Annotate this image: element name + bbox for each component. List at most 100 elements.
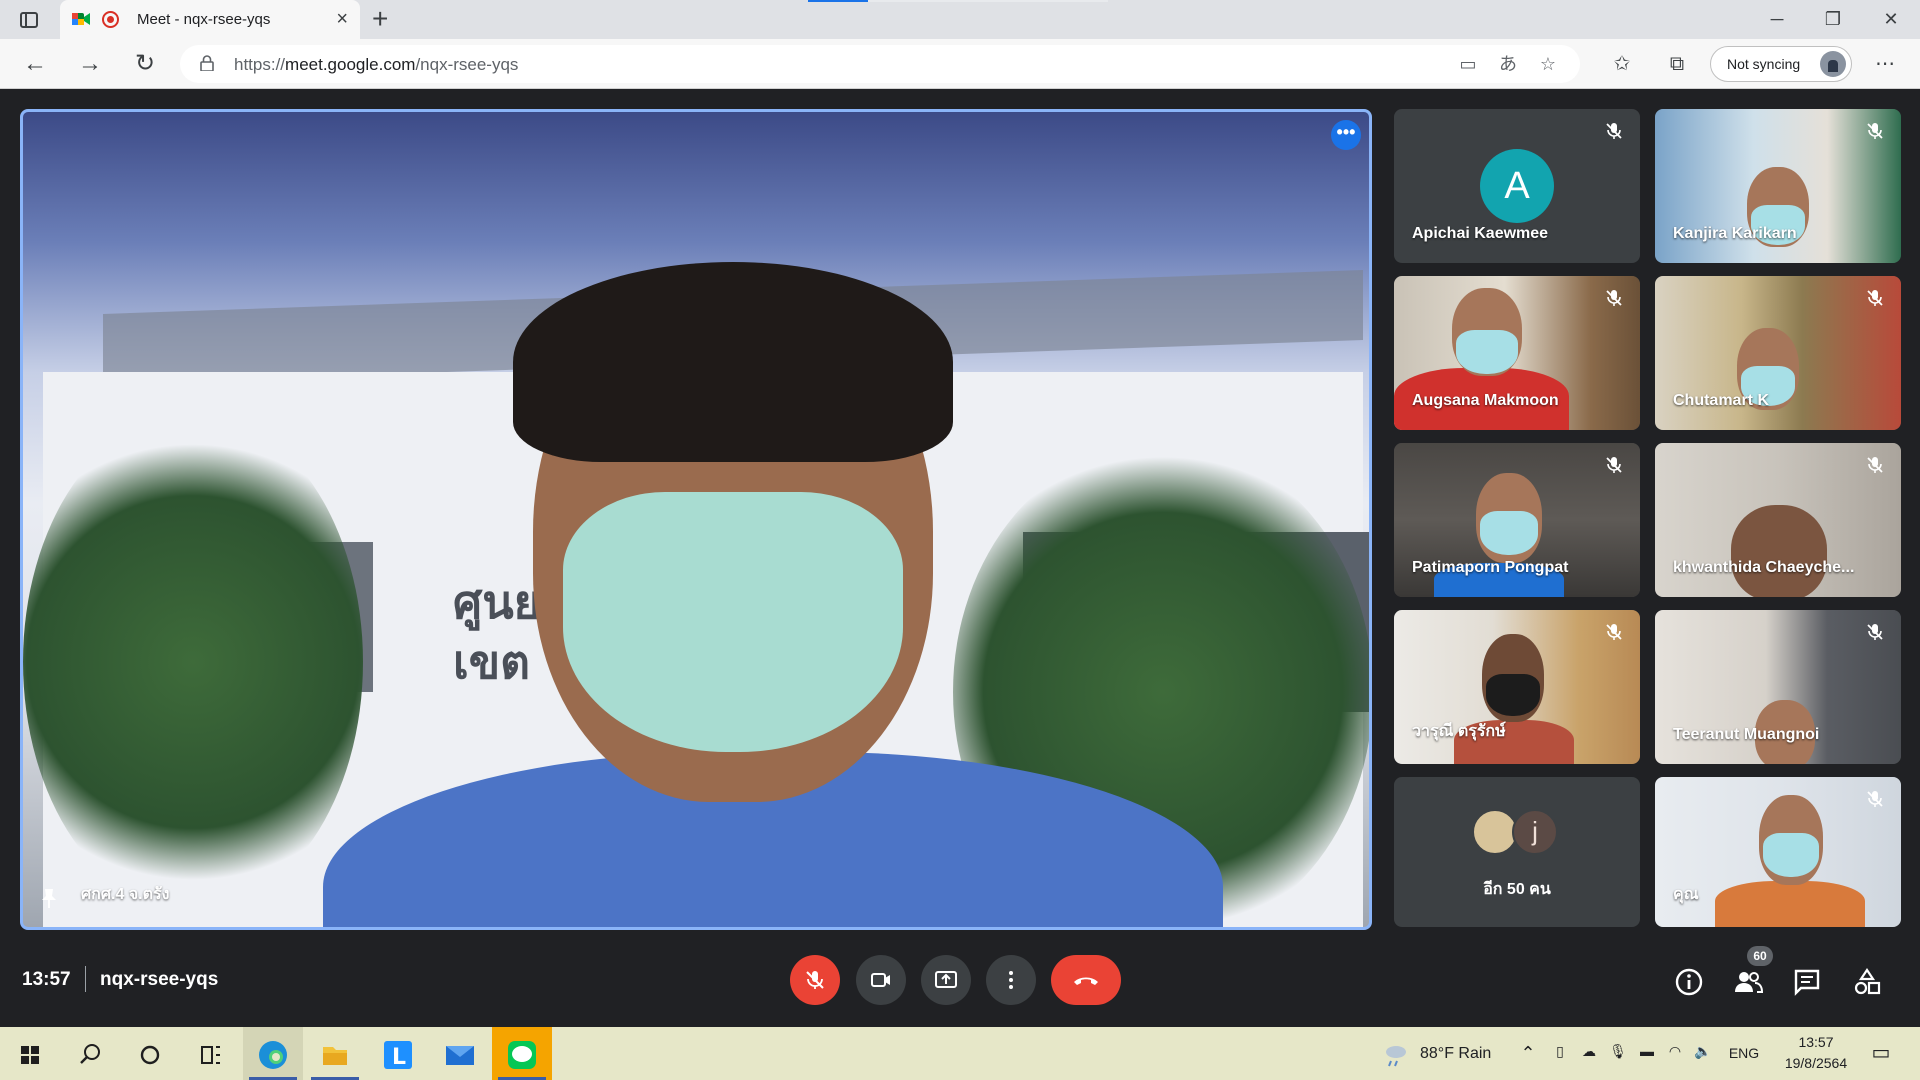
- participant-tile[interactable]: Kanjira Karikarn: [1655, 109, 1901, 263]
- weather-text[interactable]: 88°F Rain: [1420, 1045, 1491, 1063]
- participant-name: คุณ: [1673, 886, 1699, 903]
- wifi-icon[interactable]: ◠: [1664, 1043, 1686, 1060]
- cortana-icon[interactable]: [130, 1035, 170, 1075]
- taskbar-clock-time[interactable]: 13:57: [1776, 1034, 1856, 1050]
- volume-icon[interactable]: 🔈: [1692, 1043, 1714, 1060]
- device-icon[interactable]: ▯: [1550, 1043, 1570, 1060]
- taskbar-app-line[interactable]: [492, 1027, 552, 1080]
- task-view-icon[interactable]: [190, 1035, 230, 1075]
- taskbar-clock-date[interactable]: 19/8/2564: [1776, 1055, 1856, 1071]
- participant-tile[interactable]: Augsana Makmoon: [1394, 276, 1640, 430]
- mic-off-icon: [1606, 457, 1622, 473]
- url-text[interactable]: https://meet.google.com/nqx-rsee-yqs: [234, 55, 518, 75]
- video-camera-icon: [871, 973, 890, 987]
- participant-name: Patimaporn Pongpat: [1412, 559, 1569, 576]
- onedrive-cloud-icon[interactable]: ☁: [1578, 1043, 1600, 1060]
- input-language[interactable]: ENG: [1724, 1045, 1764, 1061]
- mic-off-icon: [1867, 791, 1883, 807]
- forward-arrow-icon[interactable]: →: [75, 49, 105, 79]
- add-favorite-icon[interactable]: ☆: [1536, 52, 1560, 76]
- svg-text:L: L: [392, 1045, 406, 1070]
- participant-tile[interactable]: Patimaporn Pongpat: [1394, 443, 1640, 597]
- participant-tile[interactable]: วารุณี ตรุรักษ์: [1394, 610, 1640, 764]
- participant-name: Kanjira Karikarn: [1673, 225, 1797, 242]
- participant-tile[interactable]: Chutamart K: [1655, 276, 1901, 430]
- self-view-tile[interactable]: คุณ: [1655, 777, 1901, 927]
- browser-tab-meet[interactable]: Meet - nqx-rsee-yqs ×: [60, 0, 360, 39]
- mail-icon[interactable]: [440, 1035, 480, 1075]
- show-hidden-icons-icon[interactable]: ⌃: [1518, 1043, 1538, 1064]
- meeting-details-icon[interactable]: [1674, 967, 1704, 997]
- back-arrow-icon[interactable]: ←: [20, 49, 50, 79]
- tab-loading-indicator: [808, 0, 1108, 2]
- pin-icon[interactable]: [39, 887, 59, 909]
- participant-tile[interactable]: Teeranut Muangnoi: [1655, 610, 1901, 764]
- participant-count-badge: 60: [1747, 946, 1773, 966]
- lock-icon[interactable]: [200, 55, 214, 71]
- translate-icon[interactable]: あ: [1496, 52, 1520, 76]
- profile-sync-button[interactable]: Not syncing: [1710, 46, 1852, 82]
- participant-name: khwanthida Chaeyche...: [1673, 559, 1855, 576]
- participant-tile[interactable]: khwanthida Chaeyche...: [1655, 443, 1901, 597]
- taskbar-app-edge[interactable]: [243, 1027, 303, 1080]
- more-options-button[interactable]: [986, 955, 1036, 1005]
- battery-icon[interactable]: ▬: [1636, 1043, 1658, 1059]
- google-meet-favicon-icon: [72, 13, 90, 25]
- tab-actions-icon[interactable]: [18, 9, 40, 31]
- participant-name: Augsana Makmoon: [1412, 392, 1559, 409]
- mic-off-icon: [1606, 624, 1622, 640]
- microphone-in-use-icon[interactable]: 🎙: [1608, 1043, 1628, 1060]
- profile-avatar: [1820, 51, 1846, 77]
- windows-taskbar: L 88°F Rain ⌃ ▯ ☁ 🎙 ▬ ◠ 🔈 ENG 13:57 19/8…: [0, 1027, 1920, 1080]
- main-speaker-tile[interactable]: ศูนย เขต ••• ศกศ.4 จ.ตรัง: [20, 109, 1372, 930]
- collections-icon[interactable]: ⧉: [1662, 49, 1692, 79]
- participant-face: [1731, 505, 1827, 597]
- activities-icon[interactable]: [1852, 967, 1882, 997]
- toggle-camera-button[interactable]: [856, 955, 906, 1005]
- hang-up-icon: [1074, 977, 1098, 985]
- meeting-clock: 13:57: [22, 969, 71, 990]
- more-participants-label: อีก 50 คน: [1483, 881, 1551, 898]
- favorites-icon[interactable]: ✩: [1607, 49, 1637, 79]
- participant-face-mask: [1480, 511, 1538, 555]
- search-icon[interactable]: [70, 1035, 110, 1075]
- present-screen-button[interactable]: [921, 955, 971, 1005]
- taskbar-app-file-explorer[interactable]: [305, 1027, 365, 1080]
- sync-label: Not syncing: [1727, 56, 1801, 72]
- participant-name: วารุณี ตรุรักษ์: [1412, 723, 1506, 740]
- toggle-microphone-button[interactable]: [790, 955, 840, 1005]
- mic-off-icon: [1867, 123, 1883, 139]
- participant-face-mask: [1456, 330, 1518, 374]
- notifications-icon[interactable]: ▭: [1866, 1040, 1896, 1065]
- participant-avatar: j: [1512, 809, 1558, 855]
- recording-indicator-icon: [102, 11, 119, 28]
- minimize-icon[interactable]: ─: [1762, 6, 1792, 32]
- mic-off-icon: [806, 971, 824, 989]
- more-participants-tile[interactable]: j อีก 50 คน: [1394, 777, 1640, 927]
- more-vert-icon: [1009, 971, 1013, 989]
- divider: [85, 966, 86, 992]
- participant-tile[interactable]: A Apichai Kaewmee: [1394, 109, 1640, 263]
- windows-start-icon[interactable]: [10, 1035, 50, 1075]
- leave-call-button[interactable]: [1051, 955, 1121, 1005]
- people-icon[interactable]: [1733, 967, 1763, 997]
- main-speaker-name: ศกศ.4 จ.ตรัง: [81, 886, 170, 903]
- browser-tab-bar: Meet - nqx-rsee-yqs × + ─ ❐ ✕: [0, 0, 1920, 39]
- close-tab-icon[interactable]: ×: [336, 8, 348, 30]
- participant-name: Apichai Kaewmee: [1412, 225, 1549, 242]
- restore-icon[interactable]: ❐: [1818, 6, 1848, 32]
- new-tab-button[interactable]: +: [372, 4, 388, 34]
- weather-rain-icon[interactable]: [1376, 1035, 1416, 1075]
- tile-more-options-icon[interactable]: •••: [1331, 120, 1361, 150]
- mic-off-icon: [1606, 290, 1622, 306]
- mic-off-icon: [1867, 457, 1883, 473]
- chat-icon[interactable]: [1792, 967, 1822, 997]
- lms-app-icon[interactable]: L: [378, 1035, 418, 1075]
- refresh-icon[interactable]: ↻: [130, 49, 160, 79]
- folder-icon: [323, 1047, 347, 1065]
- settings-more-icon[interactable]: ⋯: [1870, 49, 1900, 79]
- address-bar[interactable]: https://meet.google.com/nqx-rsee-yqs ▭ あ…: [180, 45, 1580, 83]
- speaker-hair: [513, 262, 953, 462]
- camera-in-use-icon[interactable]: ▭: [1456, 52, 1480, 76]
- window-close-icon[interactable]: ✕: [1876, 6, 1906, 32]
